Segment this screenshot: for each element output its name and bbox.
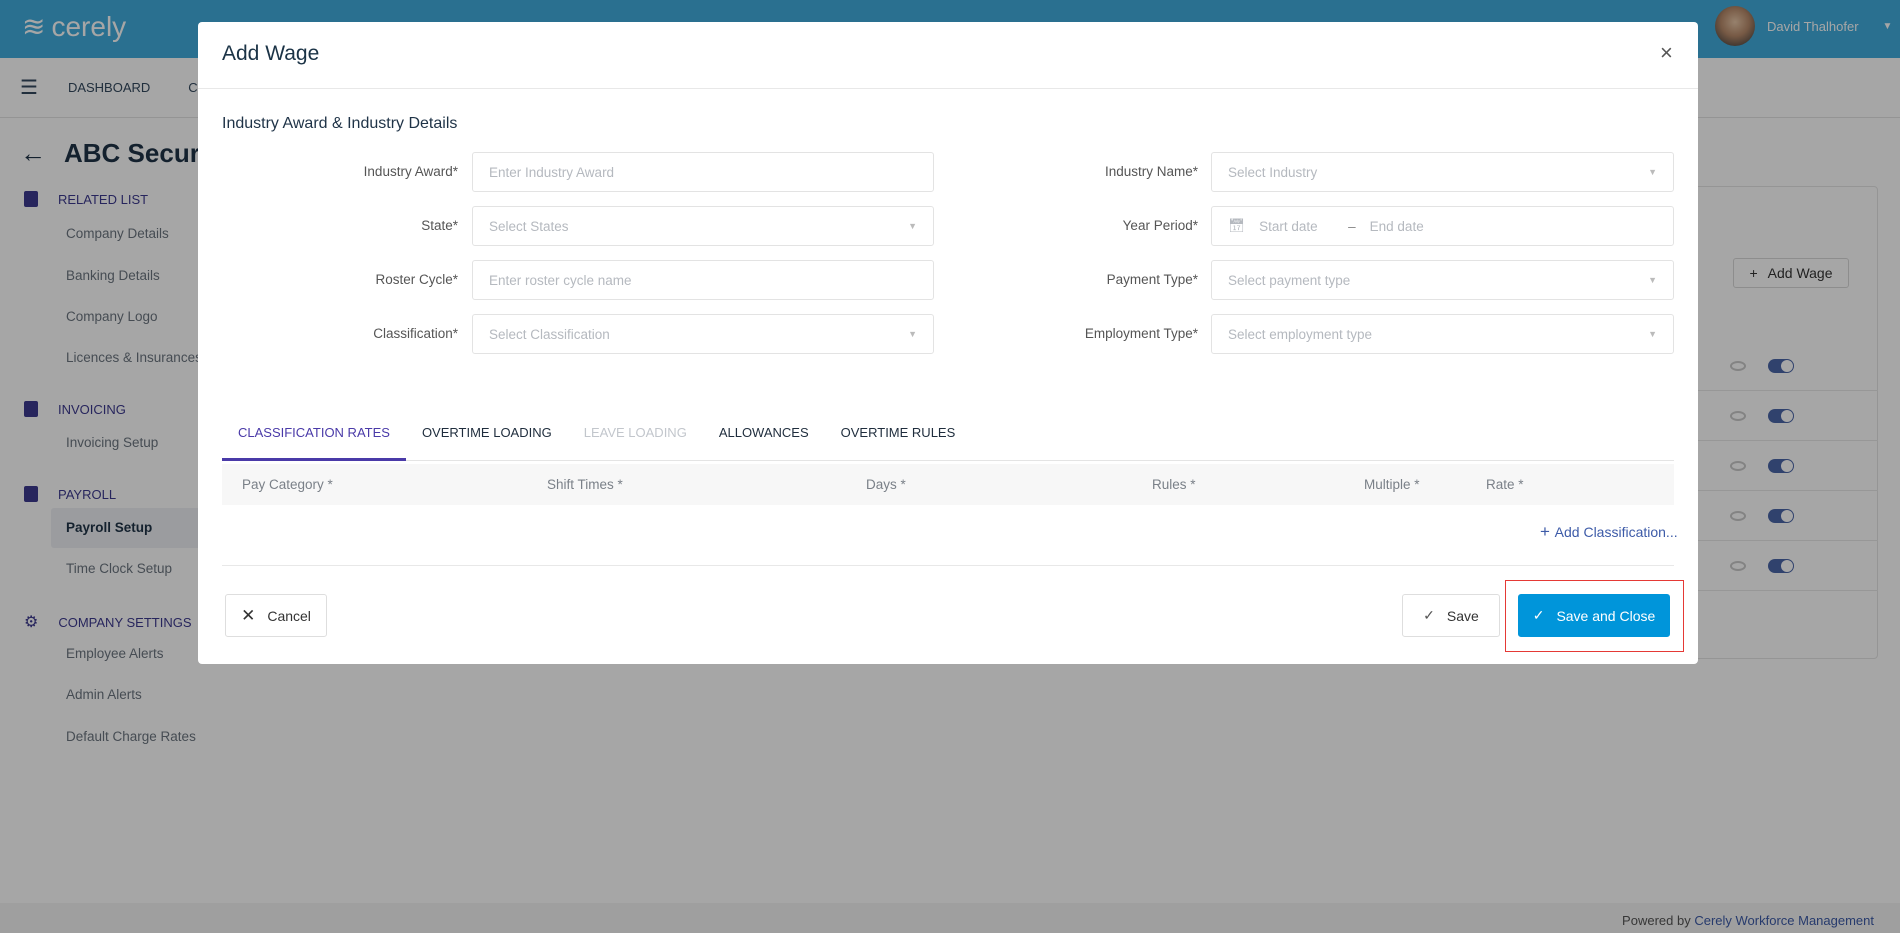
tab-leave-loading: LEAVE LOADING [583, 425, 687, 440]
column-header: Days * [866, 477, 906, 492]
industry-name-label: Industry Name* [1104, 164, 1198, 179]
close-icon: ✕ [241, 605, 256, 625]
caret-down-icon: ▼ [1648, 275, 1657, 285]
employment-type-select[interactable]: Select employment type ▼ [1211, 314, 1674, 354]
column-header: Multiple * [1364, 477, 1420, 492]
tab-overtime-loading[interactable]: OVERTIME LOADING [406, 414, 568, 461]
employment-type-label: Employment Type* [1084, 326, 1198, 341]
tab-bar: CLASSIFICATION RATES OVERTIME LOADING LE… [222, 414, 1674, 461]
caret-down-icon: ▼ [1648, 329, 1657, 339]
industry-award-input[interactable]: Enter Industry Award [472, 152, 934, 192]
column-header: Shift Times * [547, 477, 623, 492]
roster-cycle-input[interactable]: Enter roster cycle name [472, 260, 934, 300]
year-period-range[interactable]: 📅︎ Start date – End date [1211, 206, 1674, 246]
add-wage-modal: Add Wage × Industry Award & Industry Det… [198, 22, 1698, 664]
payment-type-select[interactable]: Select payment type ▼ [1211, 260, 1674, 300]
classification-select[interactable]: Select Classification ▼ [472, 314, 934, 354]
check-icon: ✓ [1423, 607, 1435, 623]
industry-award-label: Industry Award* [363, 164, 458, 179]
end-date-input[interactable]: End date [1370, 219, 1424, 234]
start-date-input[interactable]: Start date [1259, 219, 1334, 234]
highlight-box [1505, 580, 1684, 652]
column-header: Rules * [1152, 477, 1196, 492]
close-icon[interactable]: × [1660, 40, 1673, 66]
tab-overtime-rules[interactable]: OVERTIME RULES [825, 414, 972, 461]
tab-allowances[interactable]: ALLOWANCES [703, 414, 825, 461]
classification-label: Classification* [373, 326, 458, 341]
state-select[interactable]: Select States ▼ [472, 206, 934, 246]
plus-icon: + [1540, 522, 1555, 541]
roster-cycle-label: Roster Cycle* [375, 272, 458, 287]
calendar-icon: 📅︎ [1228, 218, 1246, 233]
classification-table-header: Pay Category * Shift Times * Days * Rule… [222, 464, 1674, 505]
caret-down-icon: ▼ [1648, 167, 1657, 177]
modal-title: Add Wage [222, 42, 320, 65]
save-button[interactable]: ✓ Save [1402, 594, 1500, 637]
divider [198, 88, 1698, 89]
divider [222, 565, 1674, 566]
cancel-button[interactable]: ✕ Cancel [225, 594, 327, 637]
column-header: Rate * [1486, 477, 1524, 492]
add-classification-link[interactable]: + Add Classification... [1540, 522, 1678, 542]
section-title: Industry Award & Industry Details [222, 115, 458, 132]
year-period-label: Year Period* [1122, 218, 1198, 233]
column-header: Pay Category * [242, 477, 333, 492]
state-label: State* [421, 218, 458, 233]
industry-name-select[interactable]: Select Industry ▼ [1211, 152, 1674, 192]
caret-down-icon: ▼ [908, 329, 917, 339]
payment-type-label: Payment Type* [1106, 272, 1198, 287]
range-separator: – [1348, 218, 1356, 234]
tab-classification-rates[interactable]: CLASSIFICATION RATES [222, 414, 406, 461]
caret-down-icon: ▼ [908, 221, 917, 231]
